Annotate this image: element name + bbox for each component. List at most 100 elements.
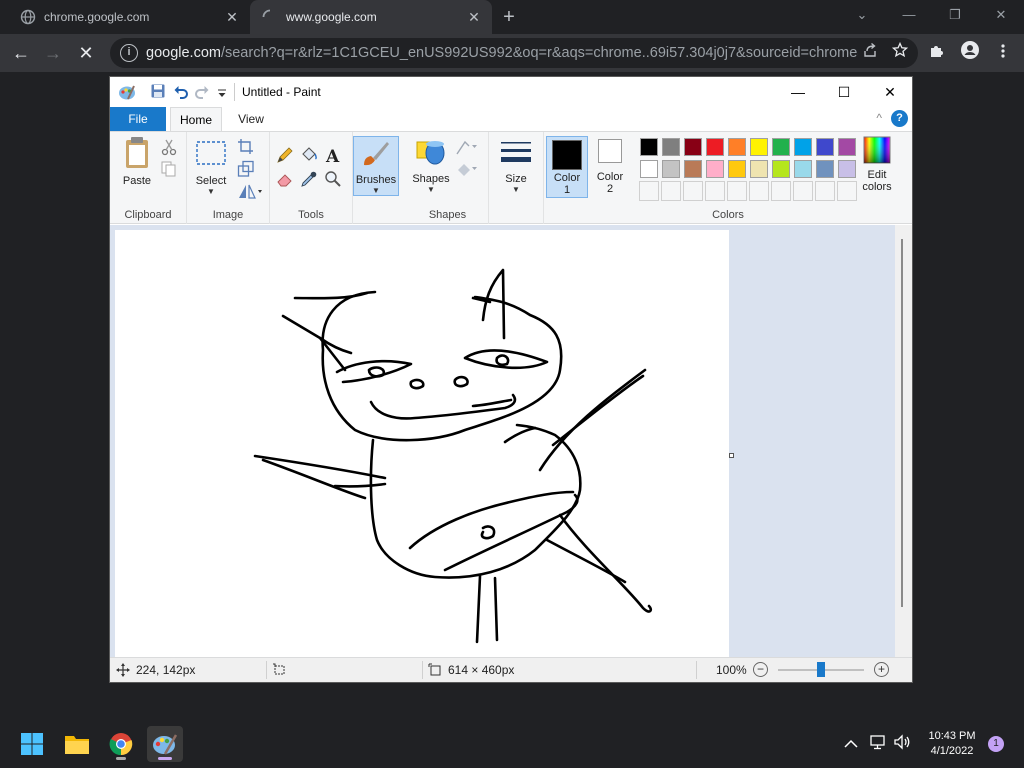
new-tab-button[interactable]: + <box>498 7 520 29</box>
customize-toolbar-icon[interactable] <box>216 83 234 101</box>
text-tool-icon[interactable]: A <box>324 146 342 167</box>
tab-home[interactable]: Home <box>170 107 222 131</box>
notification-badge[interactable]: 1 <box>988 736 1004 752</box>
paint-taskbar-button[interactable] <box>147 726 183 762</box>
shapes-dropdown-icon[interactable]: ▼ <box>411 185 451 194</box>
tab-google-active[interactable]: www.google.com ✕ <box>250 0 492 34</box>
save-icon[interactable] <box>150 83 168 101</box>
color-2-button[interactable]: Color 2 <box>590 136 630 195</box>
tab-file[interactable]: File <box>110 107 166 131</box>
vertical-scrollbar[interactable] <box>895 225 912 657</box>
back-button[interactable]: ← <box>8 40 34 66</box>
copy-icon[interactable] <box>160 160 178 178</box>
palette-swatch[interactable] <box>750 160 768 178</box>
custom-color-slot[interactable] <box>683 181 703 201</box>
paste-button[interactable]: Paste <box>118 136 156 187</box>
scrollbar-thumb[interactable] <box>901 239 903 607</box>
custom-color-slot[interactable] <box>727 181 747 201</box>
profile-avatar[interactable] <box>957 40 983 66</box>
cut-icon[interactable] <box>160 138 178 156</box>
custom-color-slot[interactable] <box>661 181 681 201</box>
fill-bucket-icon[interactable] <box>300 146 318 164</box>
eraser-icon[interactable] <box>276 170 294 188</box>
palette-swatch[interactable] <box>772 160 790 178</box>
start-button[interactable] <box>14 726 50 762</box>
size-dropdown-icon[interactable]: ▼ <box>497 185 535 194</box>
custom-color-slot[interactable] <box>639 181 659 201</box>
palette-swatch[interactable] <box>640 138 658 156</box>
zoom-out-button[interactable]: − <box>753 662 768 677</box>
restore-button[interactable]: ❐ <box>942 4 968 26</box>
fill-icon[interactable] <box>455 160 477 178</box>
show-hidden-icons-chevron-icon[interactable] <box>841 734 861 754</box>
drawing-canvas[interactable] <box>115 230 729 657</box>
address-bar[interactable]: i google.com/search?q=r&rlz=1C1GCEU_enUS… <box>110 38 918 68</box>
zoom-slider-thumb[interactable] <box>817 662 825 677</box>
color-1-button[interactable]: Color 1 <box>546 136 588 198</box>
system-clock[interactable]: 10:43 PM 4/1/2022 <box>922 729 982 759</box>
bookmark-star-icon[interactable] <box>888 41 912 65</box>
tab-search-icon[interactable]: ⌄ <box>849 4 875 26</box>
palette-swatch[interactable] <box>772 138 790 156</box>
tab-chrome-google[interactable]: chrome.google.com ✕ <box>8 0 250 34</box>
collapse-ribbon-icon[interactable]: ^ <box>876 111 882 125</box>
palette-swatch[interactable] <box>794 138 812 156</box>
palette-swatch[interactable] <box>816 160 834 178</box>
canvas-resize-handle[interactable] <box>729 453 734 458</box>
custom-color-slot[interactable] <box>815 181 835 201</box>
color-picker-icon[interactable] <box>300 170 318 188</box>
chrome-taskbar-button[interactable] <box>103 726 139 762</box>
forward-button[interactable]: → <box>40 40 66 66</box>
close-tab-icon[interactable]: ✕ <box>464 7 484 27</box>
paint-app-icon[interactable] <box>118 83 136 101</box>
chrome-menu-icon[interactable] <box>990 40 1016 66</box>
edit-colors-button[interactable]: Edit colors <box>852 136 902 193</box>
resize-icon[interactable] <box>237 160 255 178</box>
outline-icon[interactable] <box>455 138 477 156</box>
volume-icon[interactable] <box>892 734 912 754</box>
stop-loading-button[interactable]: ✕ <box>73 40 99 66</box>
minimize-button[interactable]: — <box>896 4 922 26</box>
custom-color-slot[interactable] <box>771 181 791 201</box>
palette-swatch[interactable] <box>750 138 768 156</box>
magnifier-icon[interactable] <box>324 170 342 188</box>
crop-icon[interactable] <box>237 138 255 156</box>
brushes-dropdown-icon[interactable]: ▼ <box>354 186 398 195</box>
maximize-button[interactable]: ☐ <box>821 77 867 107</box>
url-text[interactable]: google.com/search?q=r&rlz=1C1GCEU_enUS99… <box>146 45 858 61</box>
palette-swatch[interactable] <box>684 160 702 178</box>
close-window-button[interactable]: ✕ <box>988 4 1014 26</box>
share-icon[interactable] <box>858 41 882 65</box>
custom-color-slot[interactable] <box>749 181 769 201</box>
pencil-icon[interactable] <box>276 146 294 164</box>
zoom-in-button[interactable]: + <box>874 662 889 677</box>
close-tab-icon[interactable]: ✕ <box>222 7 242 27</box>
shapes-button[interactable]: Shapes ▼ <box>411 136 451 194</box>
site-info-icon[interactable]: i <box>120 44 138 62</box>
palette-swatch[interactable] <box>794 160 812 178</box>
palette-swatch[interactable] <box>684 138 702 156</box>
custom-color-slot[interactable] <box>793 181 813 201</box>
palette-swatch[interactable] <box>728 138 746 156</box>
palette-swatch[interactable] <box>728 160 746 178</box>
palette-swatch[interactable] <box>662 138 680 156</box>
minimize-button[interactable]: — <box>775 77 821 107</box>
palette-swatch[interactable] <box>640 160 658 178</box>
palette-swatch[interactable] <box>706 138 724 156</box>
custom-color-slot[interactable] <box>705 181 725 201</box>
undo-icon[interactable] <box>173 83 191 101</box>
redo-icon[interactable] <box>194 83 212 101</box>
brushes-button[interactable]: Brushes ▼ <box>353 136 399 196</box>
select-button[interactable]: Select ▼ <box>193 136 229 196</box>
select-dropdown-icon[interactable]: ▼ <box>193 187 229 196</box>
help-icon[interactable]: ? <box>891 110 908 127</box>
extensions-icon[interactable] <box>924 40 950 66</box>
tab-view[interactable]: View <box>226 107 276 131</box>
size-button[interactable]: Size ▼ <box>497 136 535 194</box>
rotate-icon[interactable] <box>237 182 262 200</box>
palette-swatch[interactable] <box>662 160 680 178</box>
file-explorer-button[interactable] <box>59 726 95 762</box>
close-button[interactable]: ✕ <box>867 77 913 107</box>
palette-swatch[interactable] <box>706 160 724 178</box>
network-icon[interactable] <box>868 734 888 754</box>
